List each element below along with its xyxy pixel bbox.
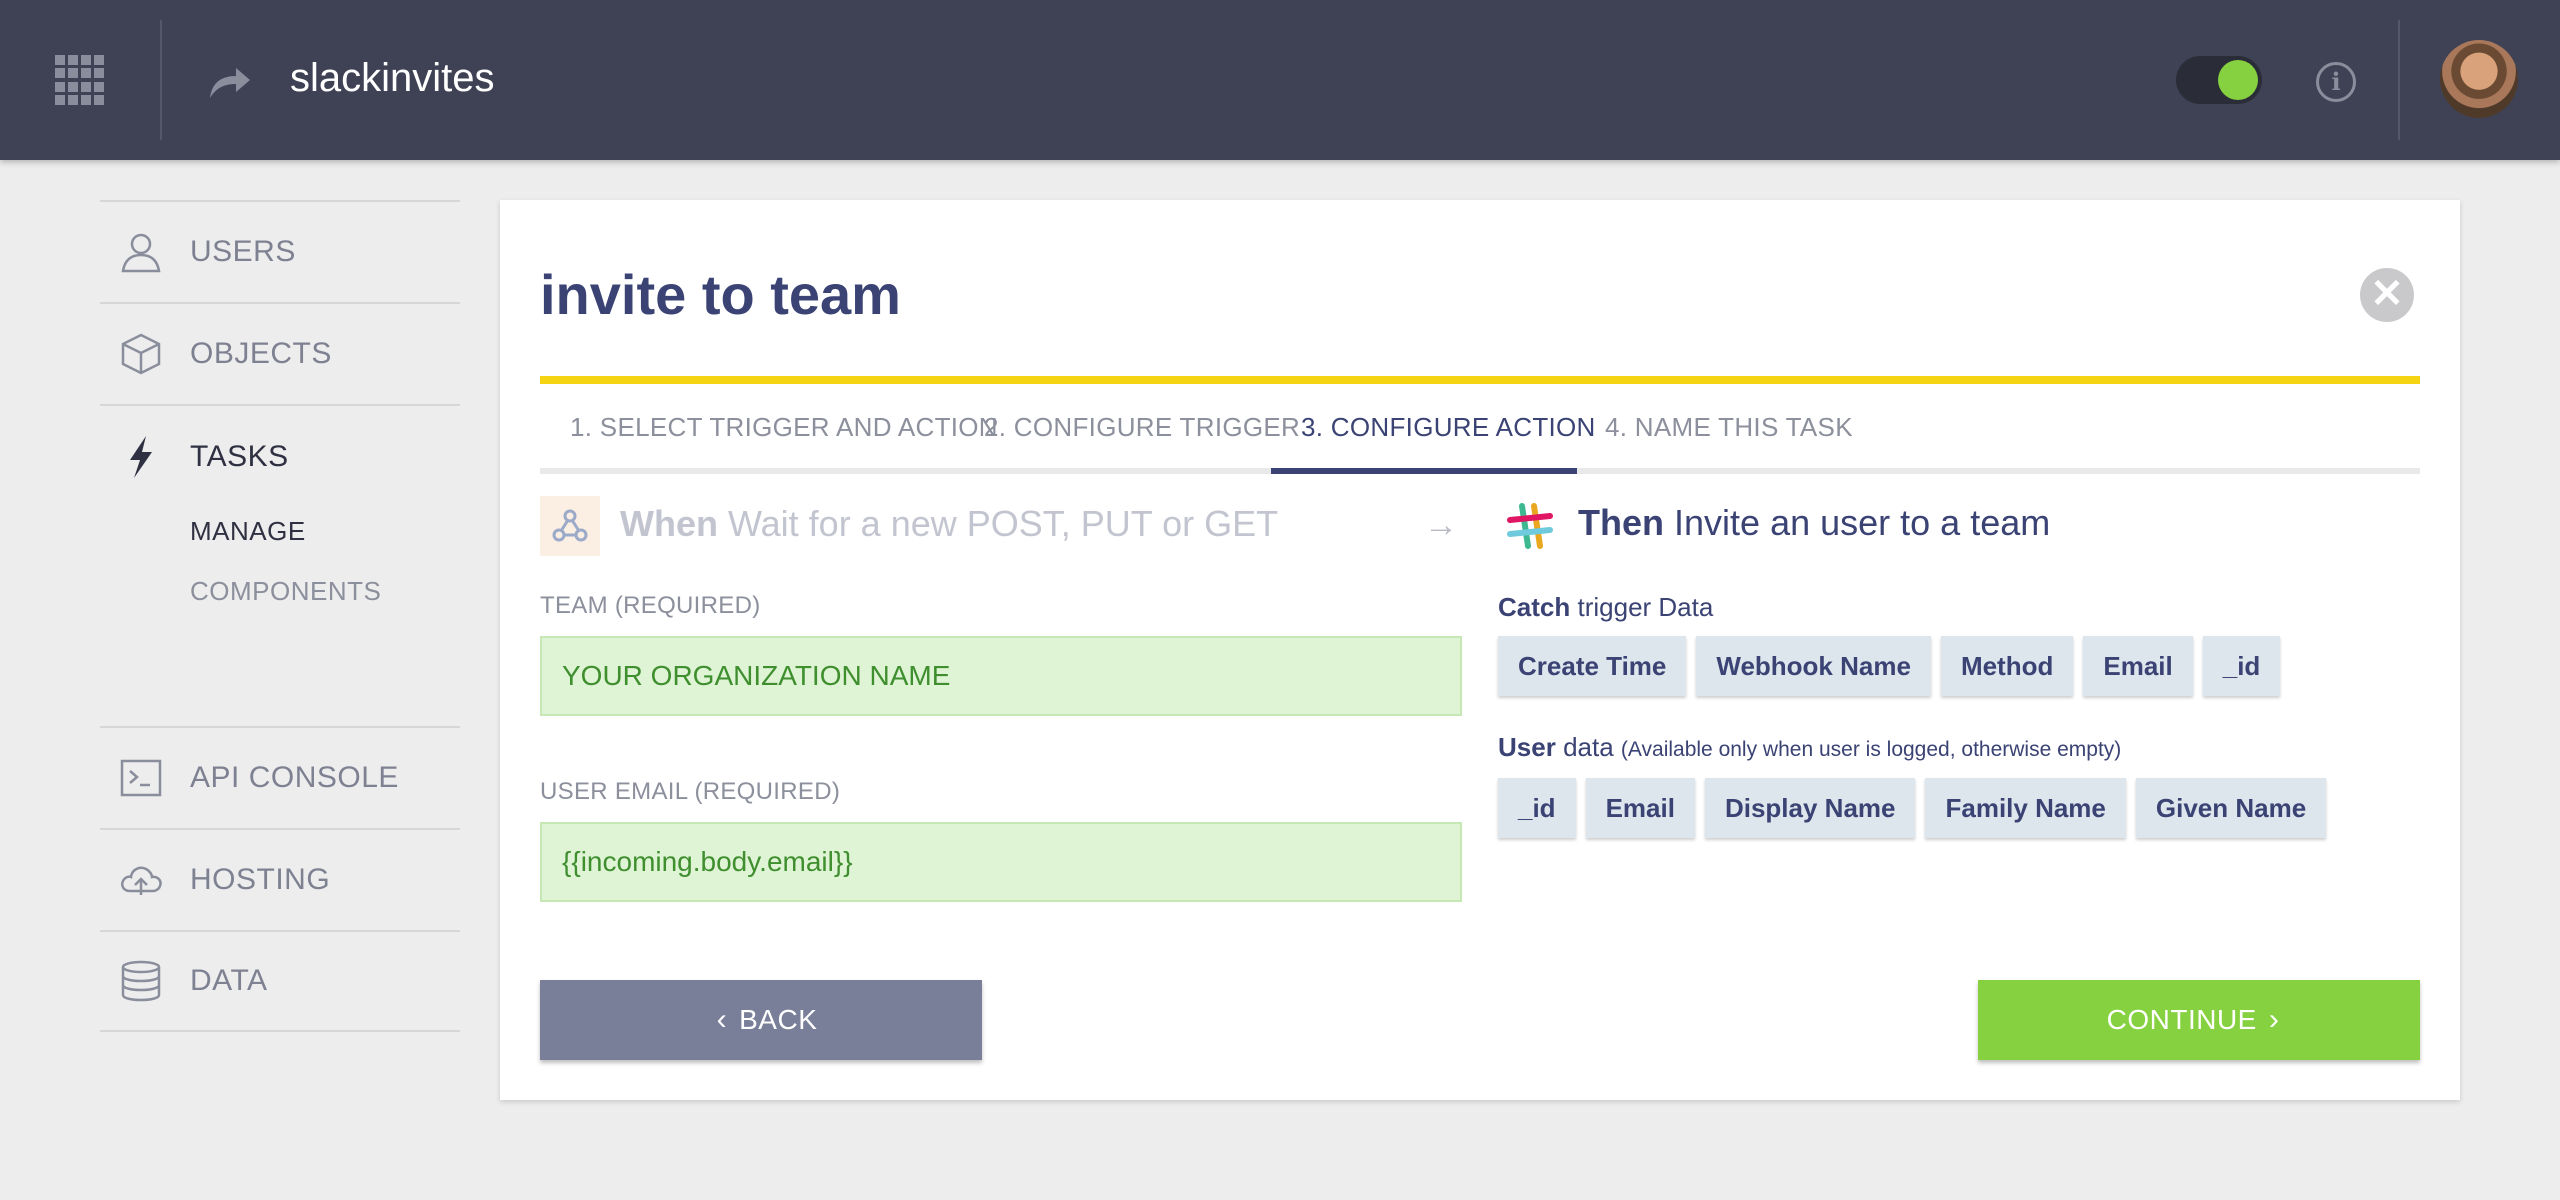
chevron-left-icon: ‹: [716, 1003, 728, 1036]
sidebar-item-label: TASKS: [190, 440, 289, 473]
terminal-icon: [120, 759, 162, 797]
tab-configure-trigger[interactable]: 2. CONFIGURE TRIGGER: [984, 412, 1300, 443]
chip-family-name[interactable]: Family Name: [1925, 778, 2126, 838]
user-keyword: User: [1498, 732, 1556, 762]
then-text: Invite an user to a team: [1674, 502, 2051, 543]
user-data-note: (Available only when user is logged, oth…: [1620, 738, 2122, 761]
sidebar-item-label: API CONSOLE: [190, 761, 399, 794]
team-field[interactable]: [540, 636, 1462, 716]
back-button-label: BACK: [739, 1004, 818, 1035]
webhook-icon-box: [540, 496, 600, 556]
page-title: invite to team: [540, 263, 901, 326]
arrow-right-icon: →: [1424, 506, 1458, 544]
team-field-label: TEAM (REQUIRED): [540, 592, 761, 619]
apps-grid-icon[interactable]: [55, 55, 105, 105]
sidebar-item-data[interactable]: DATA: [100, 930, 460, 1032]
sidebar-item-objects[interactable]: OBJECTS: [100, 302, 460, 404]
info-icon[interactable]: i: [2316, 62, 2356, 102]
sidebar-sub-item-manage[interactable]: MANAGE: [190, 516, 306, 547]
when-keyword: When: [620, 503, 718, 544]
sidebar: USERS OBJECTS TASKS MANAGE COMPONENTS AP…: [100, 200, 460, 1032]
progress-bar: [540, 376, 2420, 384]
app-title: slackinvites: [290, 56, 495, 100]
sidebar-item-label: USERS: [190, 235, 296, 268]
sidebar-item-users[interactable]: USERS: [100, 200, 460, 302]
divider: [160, 20, 162, 140]
task-card: invite to team ✕ 1. SELECT TRIGGER AND A…: [500, 200, 2460, 1100]
sidebar-item-label: HOSTING: [190, 863, 331, 896]
sidebar-item-label: DATA: [190, 964, 268, 997]
top-bar: slackinvites i: [0, 0, 2560, 160]
chip-email[interactable]: Email: [2083, 636, 2193, 696]
close-icon[interactable]: ✕: [2360, 268, 2414, 322]
sidebar-item-tasks: TASKS MANAGE COMPONENTS: [100, 404, 460, 726]
user-data-chips: _id Email Display Name Family Name Given…: [1498, 778, 2327, 838]
email-field-label: USER EMAIL (REQUIRED): [540, 778, 841, 805]
avatar[interactable]: [2440, 40, 2518, 118]
tab-select-trigger-and-action[interactable]: 1. SELECT TRIGGER AND ACTION: [570, 412, 998, 443]
steps-tabs: 1. SELECT TRIGGER AND ACTION 2. CONFIGUR…: [540, 384, 2420, 474]
sidebar-sub-item-components[interactable]: COMPONENTS: [190, 576, 381, 607]
user-data-label: User data (Available only when user is l…: [1498, 732, 2121, 763]
active-tab-indicator: [1271, 468, 1577, 474]
chip-display-name[interactable]: Display Name: [1704, 778, 1916, 838]
chip-id[interactable]: _id: [2202, 636, 2281, 696]
chip-webhook-name[interactable]: Webhook Name: [1696, 636, 1931, 696]
active-toggle[interactable]: [2176, 56, 2262, 104]
chip-method[interactable]: Method: [1940, 636, 2074, 696]
catch-keyword: Catch: [1498, 592, 1571, 622]
sidebar-item-label: OBJECTS: [190, 337, 332, 370]
divider: [2398, 20, 2400, 140]
lightning-icon: [130, 436, 152, 478]
tab-name-this-task[interactable]: 4. NAME THIS TASK: [1605, 412, 1853, 443]
webhook-icon: [552, 509, 588, 542]
cube-icon: [121, 333, 161, 375]
sidebar-item-api-console[interactable]: API CONSOLE: [100, 726, 460, 828]
chip-user-id[interactable]: _id: [1498, 778, 1576, 838]
chip-user-email[interactable]: Email: [1585, 778, 1695, 838]
share-arrow-icon: [210, 68, 250, 98]
then-keyword: Then: [1578, 502, 1664, 543]
slack-logo-icon: [1507, 503, 1553, 549]
when-text: Wait for a new POST, PUT or GET: [728, 503, 1279, 544]
user-text: data: [1563, 732, 1614, 762]
when-description: When Wait for a new POST, PUT or GET: [620, 503, 1278, 545]
cloud-upload-icon: [121, 866, 162, 895]
continue-button[interactable]: CONTINUE ›: [1978, 980, 2420, 1060]
sidebar-item-tasks-head[interactable]: TASKS: [100, 406, 460, 508]
sidebar-item-hosting[interactable]: HOSTING: [100, 828, 460, 930]
database-icon: [121, 960, 161, 1002]
toggle-knob: [2218, 60, 2258, 100]
then-description: Then Invite an user to a team: [1578, 502, 2050, 544]
chip-create-time[interactable]: Create Time: [1498, 636, 1687, 696]
email-field[interactable]: [540, 822, 1462, 902]
chip-given-name[interactable]: Given Name: [2135, 778, 2327, 838]
catch-trigger-data-label: Catch trigger Data: [1498, 592, 1713, 623]
trigger-data-chips: Create Time Webhook Name Method Email _i…: [1498, 636, 2281, 696]
catch-text: trigger Data: [1577, 592, 1714, 622]
tab-configure-action[interactable]: 3. CONFIGURE ACTION: [1301, 412, 1596, 443]
chevron-right-icon: ›: [2268, 1003, 2280, 1036]
back-button[interactable]: ‹ BACK: [540, 980, 982, 1060]
continue-button-label: CONTINUE: [2106, 1004, 2257, 1035]
user-icon: [121, 233, 161, 273]
